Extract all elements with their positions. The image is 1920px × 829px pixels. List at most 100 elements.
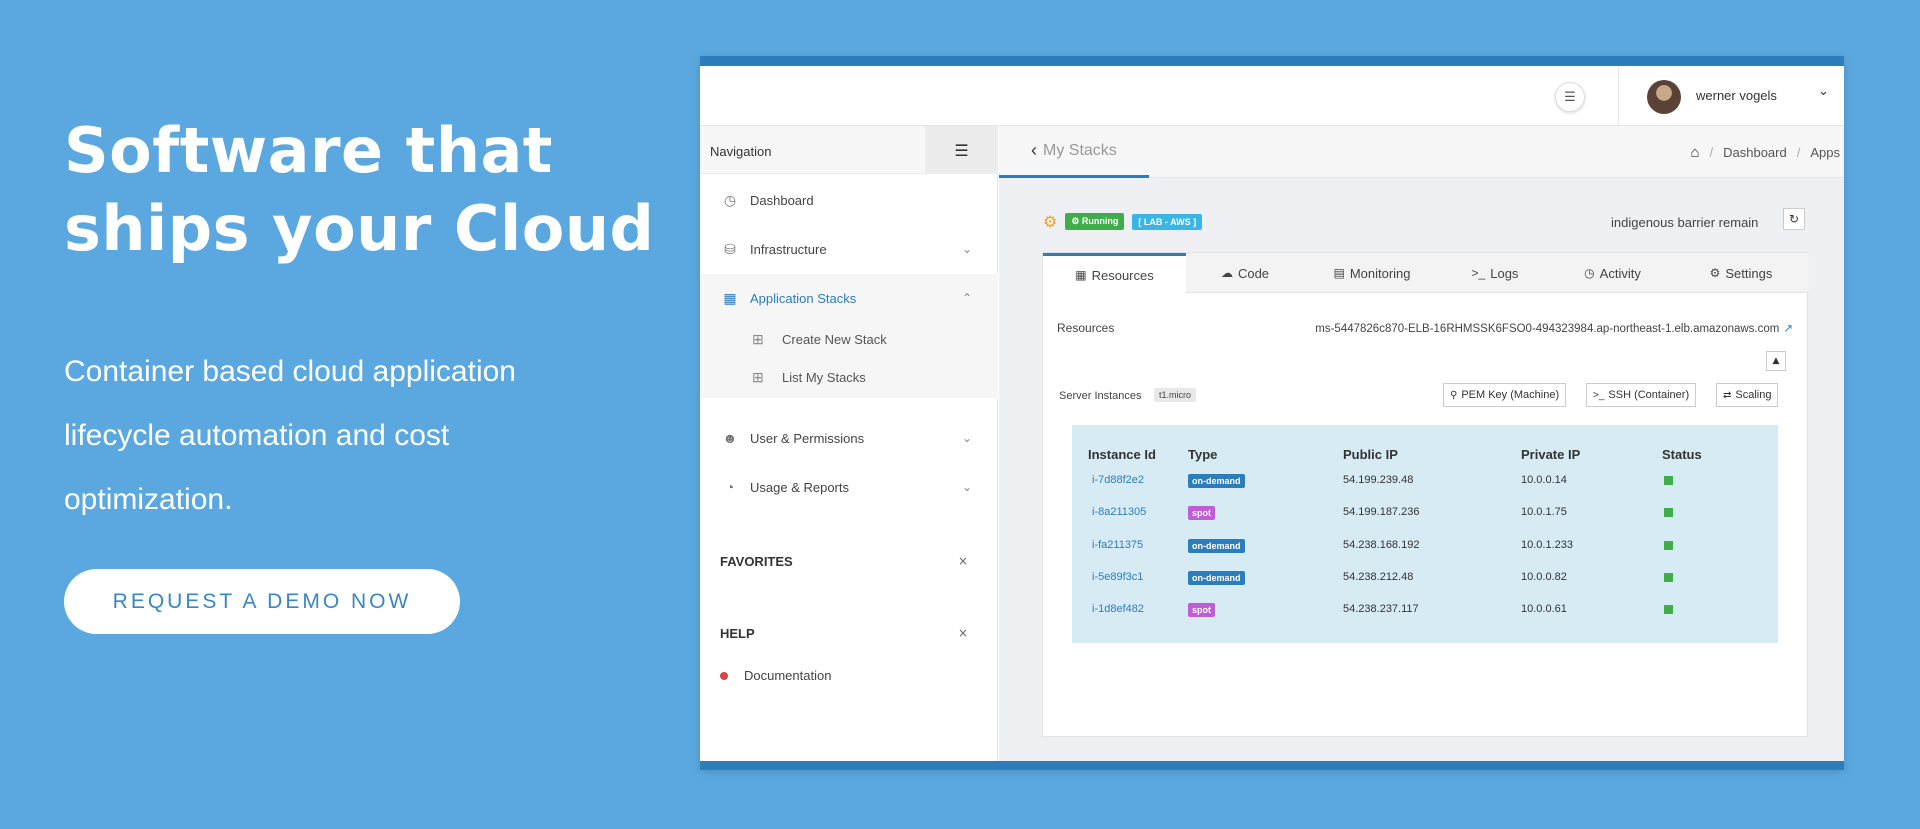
divider [1618,66,1619,126]
button-label: PEM Key (Machine) [1461,389,1560,401]
app-window: ☰ werner vogels ⌄ Navigation ☰ ◷ Dashboa… [700,56,1844,770]
sidebar-item-label: Application Stacks [750,290,857,306]
clock-icon: ◷ [1584,266,1595,280]
list-icon[interactable]: ☰ [1555,82,1585,112]
type-badge: on-demand [1188,571,1245,585]
refresh-icon[interactable]: ↻ [1783,208,1805,230]
type-badge: spot [1188,603,1215,617]
instance-id-link[interactable]: i-8a211305 [1092,506,1146,518]
sidebar-subitem-list-my-stacks[interactable]: ⊞ List My Stacks [700,356,998,398]
sidebar-item-dashboard[interactable]: ◷ Dashboard [700,176,998,224]
sidebar-item-user-permissions[interactable]: ☻ User & Permissions ⌄ [700,414,998,462]
sidebar-item-label: Usage & Reports [750,479,849,495]
column-header: Public IP [1343,447,1398,462]
button-label: SSH (Container) [1608,389,1690,401]
top-bar: ☰ werner vogels ⌄ [700,66,1844,126]
user-icon: ☻ [722,430,738,446]
chart-icon: ▤ [1333,266,1345,280]
sidebar-header: Navigation ☰ [700,126,998,174]
tab-monitoring[interactable]: ▤ Monitoring [1304,253,1440,293]
sidebar-item-label: User & Permissions [750,430,865,446]
column-header: Type [1188,447,1218,462]
column-header: Private IP [1521,447,1581,462]
close-icon[interactable]: × [958,554,968,568]
favorites-heading: FAVORITES [720,554,793,569]
status-indicator [1664,573,1673,582]
external-link-icon[interactable]: ↗ [1783,323,1793,335]
user-name[interactable]: werner vogels [1696,88,1777,103]
home-icon[interactable]: ⌂ [1690,144,1699,161]
tab-label: Code [1237,265,1270,281]
ssh-button[interactable]: >_ SSH (Container) [1586,383,1697,407]
breadcrumb-apps[interactable]: Apps [1810,145,1840,160]
tab-label: Resources [1091,267,1154,283]
type-badge: on-demand [1188,474,1245,488]
grid-icon: ▦ [1075,268,1087,282]
instance-id-link[interactable]: i-1d8ef482 [1092,603,1144,615]
hamburger-icon[interactable]: ☰ [925,126,998,174]
status-badge: ⚙ Running [1065,213,1125,230]
resources-endpoint[interactable]: ms-5447826c870-ELB-16RHMSSK6FSO0-4943239… [1315,321,1793,335]
sidebar-item-label: Infrastructure [750,241,827,257]
sidebar-subitem-create-new-stack[interactable]: ⊞ Create New Stack [700,322,998,356]
type-badge: spot [1188,506,1215,520]
tab-logs[interactable]: >_ Logs [1440,253,1550,293]
database-icon: ⛁ [724,240,736,257]
scaling-button[interactable]: ⇄ Scaling [1716,383,1779,407]
hero-title-line: Software that [64,114,553,187]
sidebar-item-documentation[interactable]: Documentation [720,668,831,683]
terminal-icon: >_ [1593,389,1605,401]
tab-settings[interactable]: ⚙ Settings [1675,253,1807,293]
main-header: ‹ My Stacks ⌂ / Dashboard / Apps [999,126,1844,178]
stack-name: indigenous barrier remain [1611,215,1759,230]
chevron-up-icon[interactable]: ▲ [1766,351,1786,371]
sidebar-item-infrastructure[interactable]: ⛁ Infrastructure ⌄ [700,225,998,273]
hero-subtitle-line: lifecycle automation and cost [64,419,450,452]
sidebar-item-label: Dashboard [750,192,814,208]
public-ip: 54.199.187.236 [1343,506,1420,518]
button-label: Scaling [1735,389,1772,401]
gear-icon: ⚙ [1709,266,1721,280]
chevron-down-icon: ⌄ [961,242,972,256]
tab-code[interactable]: ☁ Code [1186,253,1304,293]
hero-title: Software that ships your Cloud [64,112,664,268]
stack-status-row: ⚙ ⚙ Running [ LAB - AWS ] [1043,212,1203,231]
chevron-up-icon: ⌃ [961,291,972,305]
pem-key-button[interactable]: ⚲ PEM Key (Machine) [1443,383,1567,407]
tab-resources[interactable]: ▦ Resources [1043,253,1186,294]
instance-type-badge: t1.micro [1154,388,1197,402]
sidebar: Navigation ☰ ◷ Dashboard ⛁ Infrastructur… [700,126,998,761]
private-ip: 10.0.0.14 [1521,474,1567,486]
breadcrumb-dashboard[interactable]: Dashboard [1723,145,1787,160]
hero-subtitle-line: Container based cloud application [64,355,516,388]
status-dot-icon [720,671,728,680]
stack-panel: ▦ Resources ☁ Code ▤ Monitoring >_ Logs … [1042,252,1809,737]
hero-subtitle-line: optimization. [64,483,233,516]
breadcrumb-separator: / [1709,145,1714,160]
status-indicator [1664,476,1673,485]
avatar[interactable] [1647,80,1681,114]
column-header: Instance Id [1088,447,1156,462]
instance-id-link[interactable]: i-7d88f2e2 [1092,474,1144,486]
instance-id-link[interactable]: i-5e89f3c1 [1092,571,1143,583]
resources-label: Resources [1057,321,1115,335]
public-ip: 54.238.212.48 [1343,571,1414,583]
tab-activity[interactable]: ◷ Activity [1550,253,1675,293]
instance-id-link[interactable]: i-fa211375 [1092,539,1143,551]
sidebar-item-application-stacks[interactable]: ▦ Application Stacks ⌃ [700,274,998,322]
request-demo-button[interactable]: REQUEST A DEMO NOW [64,569,460,634]
chevron-down-icon[interactable]: ⌄ [1818,84,1829,99]
sidebar-item-label: Documentation [744,668,832,683]
tab-label: Settings [1725,265,1773,281]
close-icon[interactable]: × [958,626,968,640]
breadcrumb-separator: / [1796,145,1801,160]
grid-icon: ▦ [723,289,737,306]
tab-bar: ▦ Resources ☁ Code ▤ Monitoring >_ Logs … [1043,253,1809,294]
env-badge: [ LAB - AWS ] [1132,213,1203,230]
public-ip: 54.199.239.48 [1343,474,1414,486]
sidebar-item-usage-reports[interactable]: ◔ Usage & Reports ⌄ [700,463,998,511]
back-to-my-stacks-link[interactable]: ‹ My Stacks [999,126,1149,178]
chevron-down-icon: ⌄ [961,480,972,494]
stack-icon: ⚙ [1043,212,1058,231]
pie-icon: ◔ [725,479,735,495]
